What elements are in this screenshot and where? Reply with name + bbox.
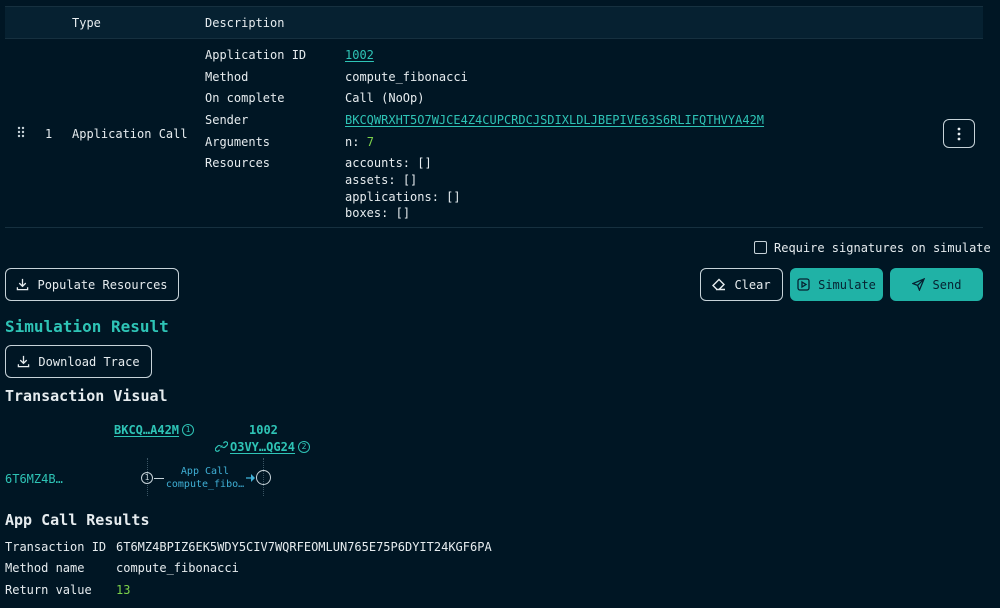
transaction-visual-title: Transaction Visual — [5, 387, 168, 405]
resources-label: Resources — [205, 156, 271, 170]
result-method-value: compute_fibonacci — [116, 561, 239, 575]
resource-applications: applications: [] — [345, 190, 461, 204]
populate-resources-button[interactable]: Populate Resources — [5, 268, 179, 301]
app-id-link[interactable]: 1002 — [345, 48, 374, 62]
row-divider — [5, 227, 983, 228]
eraser-icon — [712, 278, 726, 291]
visual-app-address[interactable]: O3VY…QG24 — [230, 440, 295, 454]
send-icon — [911, 278, 925, 291]
app-index-badge: 2 — [298, 441, 310, 453]
simulate-button[interactable]: Simulate — [790, 268, 883, 301]
step-badge: 1 — [141, 472, 153, 484]
on-complete-value: Call (NoOp) — [345, 91, 425, 105]
result-return-value: 13 — [116, 583, 131, 597]
resource-accounts: accounts: [] — [345, 156, 432, 170]
app-id-label: Application ID — [205, 48, 307, 62]
resource-applications-label: applications: — [345, 190, 439, 204]
argument-value: 7 — [366, 135, 374, 149]
resource-accounts-value: [] — [417, 156, 432, 170]
argument-item: n: 7 — [345, 135, 374, 149]
app-call-type: App Call — [180, 466, 230, 477]
arrow-right-icon — [246, 472, 256, 487]
table-header — [5, 6, 983, 39]
argument-name: n: — [345, 135, 360, 149]
require-signatures-checkbox[interactable] — [754, 241, 767, 254]
clear-label: Clear — [734, 277, 771, 292]
simulate-label: Simulate — [818, 277, 876, 292]
header-description: Description — [205, 16, 285, 30]
row-type: Application Call — [72, 127, 188, 141]
resource-boxes-label: boxes: — [345, 206, 389, 220]
resource-assets: assets: [] — [345, 173, 417, 187]
download-icon — [17, 355, 30, 368]
result-txid-value: 6T6MZ4BPIZ6EK5WDY5CIV7WQRFEOMLUN765E75P6… — [116, 540, 492, 554]
visual-transaction-id[interactable]: 6T6MZ4B… — [5, 472, 63, 486]
on-complete-label: On complete — [205, 91, 285, 105]
header-type: Type — [72, 16, 101, 30]
clear-button[interactable]: Clear — [700, 268, 783, 301]
require-signatures-label: Require signatures on simulate — [774, 241, 991, 255]
app-call-results-title: App Call Results — [5, 511, 150, 529]
resource-assets-label: assets: — [345, 173, 396, 187]
resource-assets-value: [] — [402, 173, 418, 187]
resource-boxes-value: [] — [395, 206, 411, 220]
download-icon — [16, 278, 29, 291]
resource-applications-value: [] — [446, 190, 461, 204]
resource-accounts-label: accounts: — [345, 156, 411, 170]
row-index: 1 — [45, 127, 53, 141]
visual-app-id: 1002 — [249, 423, 278, 437]
resource-boxes: boxes: [] — [345, 206, 410, 220]
result-method-label: Method name — [5, 561, 85, 575]
download-trace-label: Download Trace — [38, 354, 140, 369]
app-call-method: compute_fibo… — [165, 479, 245, 490]
send-button[interactable]: Send — [890, 268, 983, 301]
result-txid-label: Transaction ID — [5, 540, 107, 554]
simulation-result-title: Simulation Result — [5, 317, 169, 336]
sender-link[interactable]: BKCQWRXHT5O7WJCE4Z4CUPCRDCJSDIXLDLJBEPIV… — [345, 113, 764, 127]
method-value: compute_fibonacci — [345, 70, 468, 84]
arguments-label: Arguments — [205, 135, 271, 149]
app-call-label: App Call compute_fibo… — [160, 465, 250, 491]
sender-label: Sender — [205, 113, 249, 127]
method-label: Method — [205, 70, 249, 84]
play-icon — [797, 278, 810, 291]
row-menu-button[interactable] — [943, 119, 975, 148]
link-icon — [214, 440, 229, 456]
result-return-label: Return value — [5, 583, 92, 597]
populate-resources-label: Populate Resources — [37, 277, 168, 292]
app-call-target-node[interactable] — [256, 470, 271, 485]
more-vertical-icon — [957, 127, 961, 141]
drag-handle-icon[interactable] — [17, 126, 25, 141]
visual-sender-account[interactable]: BKCQ…A42M — [114, 423, 179, 437]
download-trace-button[interactable]: Download Trace — [5, 345, 152, 378]
sender-index-badge: 1 — [182, 424, 194, 436]
send-label: Send — [932, 277, 962, 292]
